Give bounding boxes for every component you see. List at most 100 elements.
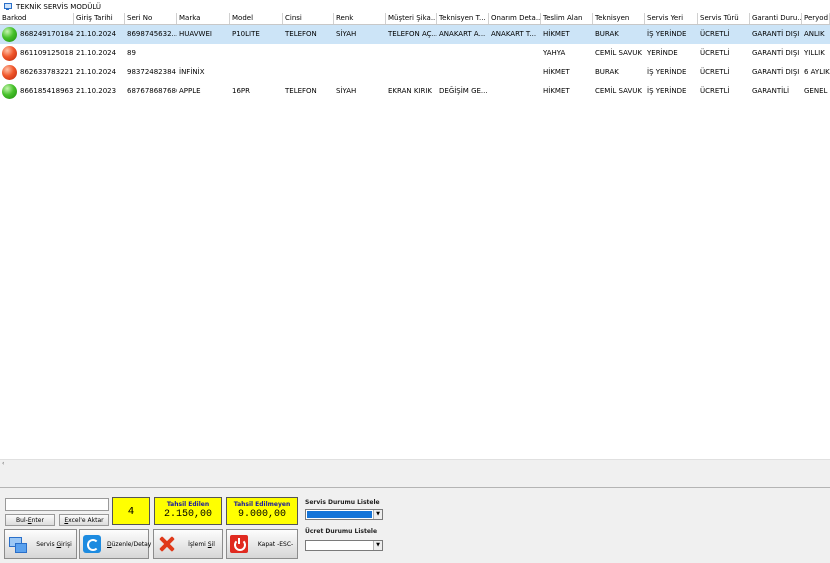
cell-peryod: 6 AYLIK: [804, 68, 830, 76]
delete-x-icon: [157, 535, 175, 553]
column-header-sikayet[interactable]: Müşteri Şika...: [386, 13, 437, 24]
cell-teknisyent: ANAKART A...: [439, 30, 486, 38]
cell-yeri: İŞ YERİNDE: [647, 87, 687, 95]
cell-yeri: İŞ YERİNDE: [647, 30, 687, 38]
cell-yeri: YERİNDE: [647, 49, 678, 57]
table-row[interactable]: 8626337832217 21.10.2024 98372482384 İNFİNİ…: [0, 63, 830, 82]
column-header-onarim[interactable]: Onarım Deta...: [489, 13, 541, 24]
ucret-durumu-label: Ücret Durumu Listele: [305, 528, 378, 535]
cell-garanti: GARANTİ DIŞI: [752, 68, 800, 76]
cell-peryod: GENEL: [804, 87, 828, 95]
tahsil-edilen-value: 2.150,00: [163, 509, 212, 520]
title-bar: TEKNİK SERVİS MODÜLÜ: [0, 0, 830, 13]
cell-sikayet: TELEFON AÇ...: [388, 30, 437, 38]
cell-garanti: GARANTİ DIŞI: [752, 49, 800, 57]
barcode-text: 8661854189635: [20, 87, 74, 95]
cell-turu: ÜCRETLİ: [700, 87, 730, 95]
power-off-icon: [230, 535, 248, 553]
scroll-left-arrow[interactable]: ‹: [2, 460, 4, 467]
cell-teslim: HİKMET: [543, 30, 570, 38]
table-row[interactable]: 8661854189635 21.10.2023 687678687686 APPLE…: [0, 82, 830, 101]
cell-teknisyen: CEMİL SAVUK: [595, 87, 642, 95]
cell-turu: ÜCRETLİ: [700, 30, 730, 38]
chevron-down-icon[interactable]: ▼: [373, 541, 382, 550]
tahsil-edilen-box: Tahsil Edilen 2.150,00: [154, 497, 222, 525]
cell-seri: 687678687686: [127, 87, 177, 95]
search-input[interactable]: [5, 498, 109, 511]
chevron-down-icon[interactable]: ▼: [373, 510, 382, 519]
grid-body[interactable]: 8682491701844 21.10.2024 8698745632... HUAV…: [0, 25, 830, 101]
column-header-peryod[interactable]: Peryod: [802, 13, 830, 24]
servis-durumu-value: [307, 511, 372, 518]
kapat-button[interactable]: Kapat -ESC-: [226, 529, 298, 559]
column-header-marka[interactable]: Marka: [177, 13, 230, 24]
cell-turu: ÜCRETLİ: [700, 68, 730, 76]
column-header-cinsi[interactable]: Cinsi: [283, 13, 334, 24]
barcode-text: 8682491701844: [20, 30, 74, 38]
service-records-grid[interactable]: Barkod Giriş Tarihi Seri No Marka Model Cinsi…: [0, 13, 830, 459]
column-header-teslim[interactable]: Teslim Alan: [541, 13, 593, 24]
cell-marka: APPLE: [179, 87, 201, 95]
cell-cinsi: TELEFON: [285, 87, 317, 95]
status-dot-icon: [2, 46, 17, 61]
edit-refresh-icon: [83, 535, 101, 553]
excel-export-button[interactable]: Excel'e Aktar: [59, 514, 109, 526]
cell-teknisyen: BURAK: [595, 68, 619, 76]
tahsil-edilmeyen-value: 9.000,00: [237, 509, 286, 520]
servis-durumu-select[interactable]: ▼: [305, 509, 383, 520]
status-dot-icon: [2, 65, 17, 80]
status-dot-icon: [2, 84, 17, 99]
islemi-sil-button[interactable]: İşlemi Sil: [153, 529, 223, 559]
cell-barkod: 8682491701844: [0, 25, 74, 44]
tahsil-edilmeyen-label: Tahsil Edilmeyen: [233, 501, 291, 508]
column-header-renk[interactable]: Renk: [334, 13, 386, 24]
tahsil-edilen-label: Tahsil Edilen: [166, 501, 210, 508]
cell-teknisyen: BURAK: [595, 30, 619, 38]
column-header-yeri[interactable]: Servis Yeri: [645, 13, 698, 24]
cell-giris: 21.10.2024: [76, 49, 117, 57]
cell-yeri: İŞ YERİNDE: [647, 68, 687, 76]
servis-durumu-label: Servis Durumu Listele: [305, 499, 380, 506]
cell-barkod: 8626337832217: [0, 63, 74, 82]
cell-marka: İNFİNİX: [179, 68, 205, 76]
servis-girisi-button[interactable]: Servis Girişi: [4, 529, 77, 559]
bul-enter-button[interactable]: Bul- Enter: [5, 514, 55, 526]
cell-barkod: 8661854189635: [0, 82, 74, 101]
cell-teknisyent: DEĞİŞİM GE...: [439, 87, 488, 95]
column-header-giris[interactable]: Giriş Tarihi: [74, 13, 125, 24]
cell-model: P10LITE: [232, 30, 260, 38]
column-header-barkod[interactable]: Barkod: [0, 13, 74, 24]
cell-teslim: YAHYA: [543, 49, 566, 57]
table-row[interactable]: 8682491701844 21.10.2024 8698745632... HUAV…: [0, 25, 830, 44]
cell-barkod: 8611091250186: [0, 44, 74, 63]
bottom-panel: Bul- Enter Excel'e Aktar 4 Tahsil Edilen …: [0, 487, 830, 563]
window-title: TEKNİK SERVİS MODÜLÜ: [16, 2, 102, 11]
cell-peryod: YILLIK: [804, 49, 825, 57]
cell-peryod: ANLIK: [804, 30, 825, 38]
record-count: 4: [112, 497, 150, 525]
column-header-teknisyent[interactable]: Teknisyen T...: [437, 13, 489, 24]
column-header-teknisyen[interactable]: Teknisyen: [593, 13, 645, 24]
barcode-text: 8611091250186: [20, 49, 74, 57]
cell-giris: 21.10.2024: [76, 68, 117, 76]
table-row[interactable]: 8611091250186 21.10.2024 89 YAHYA CEMİL SAVU…: [0, 44, 830, 63]
cell-teslim: HİKMET: [543, 87, 570, 95]
cell-seri: 89: [127, 49, 136, 57]
cell-renk: SİYAH: [336, 30, 357, 38]
column-header-turu[interactable]: Servis Türü: [698, 13, 750, 24]
cell-giris: 21.10.2024: [76, 30, 117, 38]
tahsil-edilmeyen-box: Tahsil Edilmeyen 9.000,00: [226, 497, 298, 525]
ucret-durumu-value: [307, 542, 372, 549]
cell-marka: HUAVWEI: [179, 30, 212, 38]
ucret-durumu-select[interactable]: ▼: [305, 540, 383, 551]
column-header-model[interactable]: Model: [230, 13, 283, 24]
horizontal-scrollbar[interactable]: ‹: [0, 459, 830, 467]
column-header-seri[interactable]: Seri No: [125, 13, 177, 24]
cell-model: 16PR: [232, 87, 250, 95]
cell-seri: 8698745632...: [127, 30, 177, 38]
column-header-garanti[interactable]: Garanti Duru...: [750, 13, 802, 24]
cell-seri: 98372482384: [127, 68, 176, 76]
duzenle-detay-button[interactable]: Düzenle/Detay: [79, 529, 151, 559]
cell-renk: SİYAH: [336, 87, 357, 95]
service-entry-icon: [8, 535, 27, 553]
